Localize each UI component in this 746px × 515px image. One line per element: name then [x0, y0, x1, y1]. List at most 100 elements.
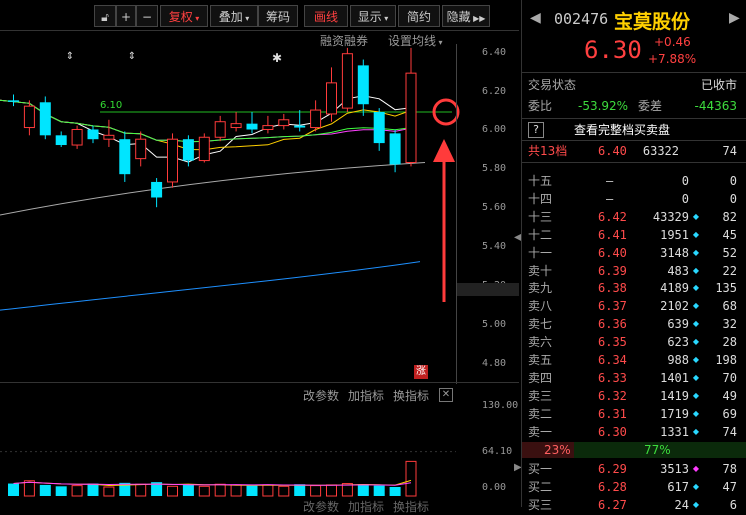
level-price: — — [606, 191, 614, 206]
level-dot-icon: ◆ — [692, 499, 699, 509]
candlestick-chart[interactable]: 6.10 ⇕ ⇕ ✱ — [0, 44, 460, 384]
candle-body — [389, 133, 401, 165]
lock-icon[interactable]: 🔓︎ — [94, 5, 116, 27]
candle-body — [71, 128, 83, 146]
current-price-highlight — [457, 283, 519, 296]
buy-ratio-text: 77% — [644, 443, 671, 457]
full-book-row[interactable]: ? 查看完整档买卖盘 — [522, 121, 746, 139]
display-button[interactable]: 显示 ▾ — [350, 5, 396, 27]
ask-row: 卖六 6.35 623 ◆ 28 — [522, 333, 746, 351]
trade-status-row: 交易状态 已收市 — [522, 76, 746, 94]
help-icon[interactable]: ? — [528, 122, 544, 138]
ask-row: 卖二 6.31 1719 ◆ 69 — [522, 405, 746, 423]
price-change: +0.46 — [654, 35, 691, 49]
level-price: 6.33 — [598, 370, 627, 385]
level-label: 卖六 — [528, 335, 553, 350]
zoom-in-button[interactable]: + — [116, 5, 136, 27]
level-dot-icon: ◆ — [692, 355, 699, 364]
level-label: 卖八 — [528, 299, 553, 314]
level-volume: 1331 — [660, 424, 689, 439]
next-stock-icon[interactable]: ▶ — [729, 10, 740, 26]
price-axis-label: 6.20 — [482, 85, 507, 97]
draw-line-button[interactable]: 画线 — [304, 5, 348, 27]
vol-axis-mid: 64.10 — [482, 446, 513, 457]
level-change: 32 — [722, 317, 737, 332]
overlay-label: 叠加 — [218, 10, 243, 24]
total-levels-price: 6.40 — [598, 144, 627, 158]
level-change: 82 — [722, 209, 737, 224]
volume-bar — [87, 483, 99, 496]
level-dot-icon: ◆ — [692, 426, 699, 436]
volume-chart[interactable] — [0, 400, 460, 500]
level-change: 28 — [722, 335, 737, 350]
zoom-out-button[interactable]: − — [136, 5, 158, 27]
level-change: 22 — [722, 263, 737, 278]
candle-body — [278, 119, 290, 127]
candle-body — [246, 123, 258, 130]
candle-body — [294, 125, 306, 128]
level-volume: 1719 — [660, 406, 689, 421]
price-axis-divider — [456, 44, 457, 384]
level-volume: 617 — [667, 479, 689, 494]
hide-button[interactable]: 隐藏 ▶▶ — [442, 5, 490, 27]
overlay-button[interactable]: 叠加 ▾ — [210, 5, 258, 27]
level-change: 0 — [729, 191, 737, 206]
level-price: 6.30 — [598, 424, 627, 439]
level-price: 6.28 — [598, 479, 627, 494]
double-chevron-right-icon: ▶▶ — [470, 14, 486, 23]
fuquan-button[interactable]: 复权 ▾ — [160, 5, 208, 27]
ask-row: 十一 6.40 3148 ◆ 52 — [522, 244, 746, 262]
candle-body — [230, 123, 242, 129]
volume-bar — [103, 486, 115, 497]
simple-button[interactable]: 简约 — [398, 5, 440, 27]
level-label: 十三 — [528, 209, 553, 224]
chip-button[interactable]: 筹码 — [258, 5, 298, 27]
level-label: 十一 — [528, 245, 553, 260]
weicha-value: -44363 — [694, 99, 737, 113]
full-book-link[interactable]: 查看完整档买卖盘 — [574, 121, 670, 139]
candle-body — [55, 135, 67, 146]
candle-body — [135, 138, 147, 160]
vol-axis-max: 130.00 — [482, 400, 519, 411]
level-volume: 639 — [667, 317, 689, 332]
stock-name: 宝莫股份 — [614, 11, 691, 33]
candle-body — [167, 138, 178, 183]
level-change: 47 — [722, 479, 737, 494]
candle-body — [151, 181, 163, 198]
total-levels-label: 共13档 — [528, 144, 568, 158]
ask-row: 十二 6.41 1951 ◆ 45 — [522, 226, 746, 244]
ask-row: 卖七 6.36 639 ◆ 32 — [522, 315, 746, 333]
level-change: 49 — [722, 388, 737, 403]
level-change: 74 — [722, 424, 737, 439]
ask-row: 十五 — 0 0 — [522, 172, 746, 190]
level-price: — — [606, 174, 614, 188]
level-label: 十二 — [528, 227, 553, 242]
volume-bar — [246, 485, 258, 496]
level-price: 6.36 — [598, 317, 627, 332]
level-change: 198 — [715, 353, 737, 367]
hide-label: 隐藏 — [446, 10, 471, 24]
level-price: 6.40 — [598, 245, 627, 260]
volume-bar — [278, 485, 290, 497]
level-dot-icon: ◆ — [692, 408, 699, 418]
candle-body — [103, 134, 115, 140]
weibi-value: -53.92% — [578, 99, 629, 113]
price-axis-label: 6.00 — [482, 124, 507, 136]
total-levels-row: 共13档 6.40 63322 74 — [522, 142, 746, 160]
prev-stock-icon[interactable]: ◀ — [530, 10, 541, 26]
level-volume: 3513 — [660, 462, 689, 476]
level-change: 68 — [722, 299, 737, 314]
volume-bar — [135, 483, 147, 497]
volume-bar — [182, 484, 194, 496]
candle-body — [23, 105, 35, 129]
level-price: 6.27 — [598, 497, 627, 512]
ask-row: 卖五 6.34 988 ◆ 198 — [522, 351, 746, 369]
volume-bar — [8, 483, 19, 496]
ask-row: 卖四 6.33 1401 ◆ 70 — [522, 369, 746, 387]
level-dot-icon: ◆ — [692, 337, 699, 347]
candle-body — [373, 112, 385, 144]
candle-body — [341, 53, 353, 109]
price-axis-label: 5.60 — [482, 202, 507, 214]
trade-status-label: 交易状态 — [528, 78, 577, 92]
level-volume: 1951 — [660, 227, 689, 242]
